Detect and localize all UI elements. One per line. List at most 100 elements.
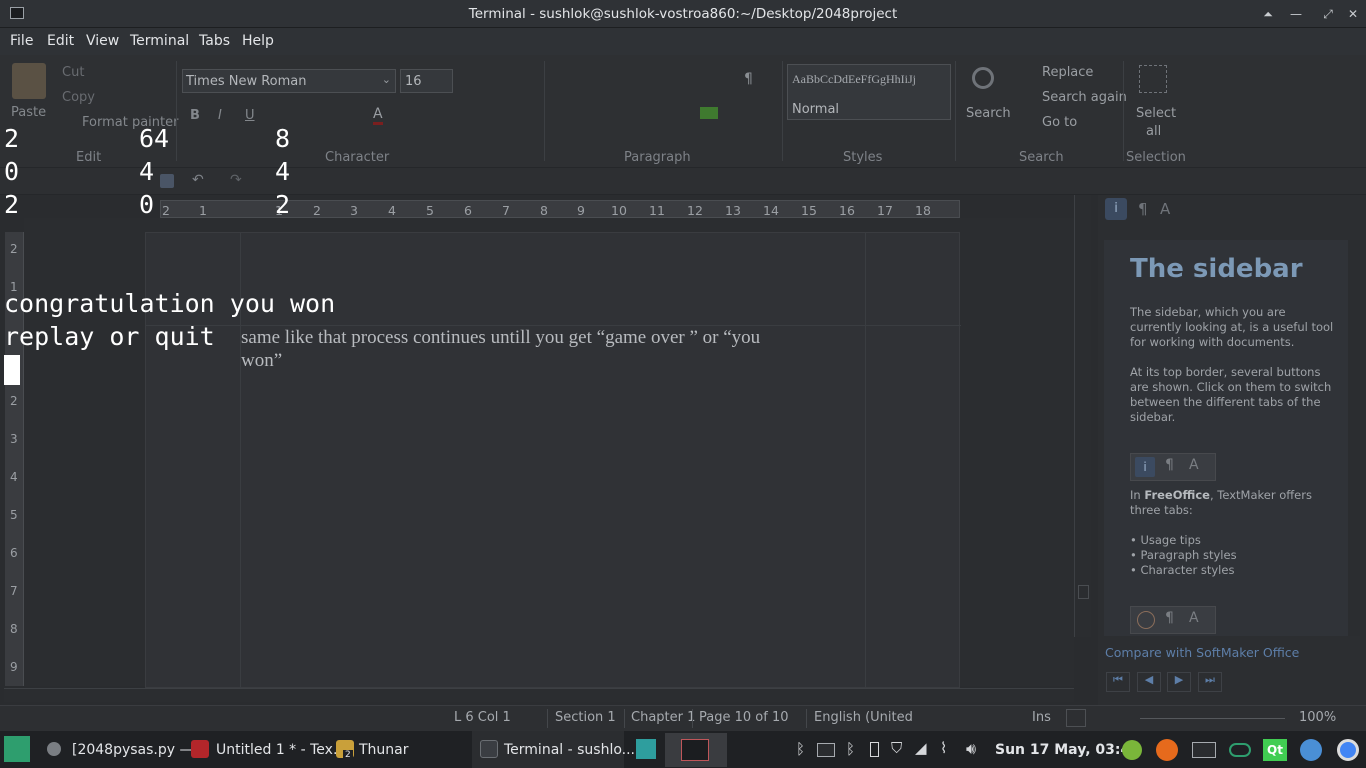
menu-bar: File Edit View Terminal Tabs Help (0, 28, 1366, 55)
menu-tabs[interactable]: Tabs (199, 33, 230, 49)
italic-button[interactable]: I (218, 108, 222, 123)
list-item: • Character styles (1130, 563, 1235, 577)
divider (547, 709, 548, 728)
workspace-2[interactable] (665, 733, 727, 767)
replace-button[interactable]: Replace (1042, 65, 1093, 80)
save-icon[interactable] (160, 174, 174, 188)
game-cell: 2 (275, 190, 291, 219)
font-size-select[interactable]: 16 (400, 69, 453, 93)
bluetooth-icon[interactable]: ᛒ (796, 740, 805, 758)
document-scrollbar[interactable] (1074, 195, 1091, 637)
divider (955, 61, 956, 161)
qt-icon[interactable]: Qt (1263, 739, 1287, 761)
group-search-label: Search (1019, 150, 1064, 165)
search-icon[interactable] (972, 67, 994, 89)
select-all-label-1[interactable]: Select (1136, 106, 1176, 121)
list-item: • Paragraph styles (1130, 548, 1237, 562)
sidebar-paragraph-2: At its top border, several buttons are s… (1130, 365, 1332, 424)
app-menu-icon[interactable] (4, 736, 30, 762)
taskbar-item-thunar[interactable]: Thunar (359, 742, 409, 758)
brand-name: FreeOffice (1144, 488, 1210, 502)
language-indicator[interactable]: English (United (814, 710, 913, 725)
bold-button[interactable]: B (190, 108, 200, 123)
pilcrow-icon[interactable]: ¶ (744, 71, 753, 87)
editor-icon[interactable] (47, 742, 61, 756)
last-page-icon[interactable]: ⏭ (1198, 672, 1222, 692)
volume-icon[interactable]: 🔊︎ (966, 739, 976, 759)
bluetooth-icon[interactable]: ᛒ (846, 740, 855, 758)
pilcrow-icon[interactable]: ¶ (1138, 200, 1148, 218)
insert-mode[interactable]: Ins (1032, 710, 1051, 725)
styles-gallery[interactable]: AaBbCcDdEeFfGgHhIiJj Normal (787, 64, 951, 120)
clock[interactable]: Sun 17 May, 03:41 (995, 742, 1140, 758)
next-page-icon[interactable]: ▶ (1167, 672, 1191, 692)
select-all-label-2[interactable]: all (1146, 124, 1161, 139)
redo-icon[interactable]: ↷ (230, 172, 242, 188)
close-button[interactable]: ✕ (1343, 5, 1363, 23)
firefox-icon[interactable] (1156, 739, 1178, 761)
shading-icon[interactable] (700, 107, 718, 119)
wifi-icon[interactable]: ◢ (915, 739, 927, 757)
scrollbar-thumb[interactable] (1078, 585, 1089, 599)
previous-page-icon[interactable]: ◀ (1137, 672, 1161, 692)
shield-icon[interactable]: ⛉ (891, 739, 902, 757)
select-all-icon[interactable] (1139, 65, 1167, 93)
terminal-cursor (4, 355, 20, 385)
battery-icon[interactable] (870, 742, 879, 757)
sidebar-scrollbar[interactable] (1348, 240, 1360, 636)
cut-button[interactable]: Cut (62, 65, 84, 80)
minimize-button[interactable]: — (1286, 5, 1306, 23)
font-color-icon[interactable]: A (373, 106, 383, 125)
divider (692, 709, 693, 728)
info-icon[interactable]: i (1105, 198, 1127, 220)
list-item: • Usage tips (1130, 533, 1201, 547)
document-text-line-2: won” (241, 350, 283, 371)
arduino-icon[interactable] (1229, 743, 1251, 757)
search-button[interactable]: Search (966, 106, 1011, 121)
sidebar-heading: The sidebar (1130, 254, 1303, 284)
zoom-slider[interactable] (1140, 718, 1285, 719)
search-again-button[interactable]: Search again (1042, 90, 1127, 105)
update-icon[interactable] (1122, 740, 1142, 760)
pilcrow-icon: ¶ (1165, 457, 1174, 473)
game-cell: 8 (275, 124, 291, 153)
character-style-icon[interactable]: A (1160, 200, 1170, 218)
layout-view-icon[interactable] (1066, 709, 1086, 727)
menu-terminal[interactable]: Terminal (130, 33, 189, 49)
undo-icon[interactable]: ↶ (192, 172, 204, 188)
workspace-1[interactable] (636, 739, 656, 759)
paste-icon[interactable] (12, 63, 46, 99)
horizontal-scrollbar[interactable] (4, 688, 1074, 702)
taskbar-item-editor[interactable]: [2048pysas.py —... (72, 742, 207, 758)
go-to-button[interactable]: Go to (1042, 115, 1077, 130)
menu-edit[interactable]: Edit (47, 33, 74, 49)
browser-icon[interactable] (1300, 739, 1322, 761)
underline-button[interactable]: U (245, 108, 255, 123)
textmaker-icon[interactable] (191, 740, 209, 758)
group-paragraph-label: Paragraph (624, 150, 691, 165)
compare-link[interactable]: Compare with SoftMaker Office (1105, 645, 1299, 660)
taskbar: [2048pysas.py —... Untitled 1 * - Tex...… (0, 730, 1366, 768)
first-page-icon[interactable]: ⏮ (1106, 672, 1130, 692)
eject-icon[interactable]: ⏶ (1258, 5, 1278, 23)
zoom-level[interactable]: 100% (1299, 710, 1336, 725)
group-selection-label: Selection (1126, 150, 1186, 165)
maximize-button[interactable]: ⤢ (1318, 5, 1338, 23)
game-cell: 0 (139, 190, 155, 219)
terminal-tray-icon[interactable] (817, 743, 835, 757)
menu-file[interactable]: File (10, 33, 33, 49)
info-icon: i (1135, 457, 1155, 477)
copy-button[interactable]: Copy (62, 90, 95, 105)
menu-view[interactable]: View (86, 33, 119, 49)
paste-label[interactable]: Paste (11, 105, 46, 120)
font-select[interactable]: Times New Roman ⌄ (182, 69, 396, 93)
terminal-launcher-icon[interactable] (1192, 742, 1216, 758)
terminal-icon[interactable] (480, 740, 498, 758)
paperclip-icon[interactable]: ⌇ (940, 739, 947, 757)
pilcrow-icon: ¶ (1165, 610, 1174, 626)
taskbar-item-terminal[interactable]: Terminal - sushlo... (504, 742, 635, 758)
group-styles-label: Styles (843, 150, 883, 165)
chrome-icon[interactable] (1337, 739, 1359, 761)
taskbar-item-textmaker[interactable]: Untitled 1 * - Tex... (216, 742, 346, 758)
menu-help[interactable]: Help (242, 33, 274, 49)
